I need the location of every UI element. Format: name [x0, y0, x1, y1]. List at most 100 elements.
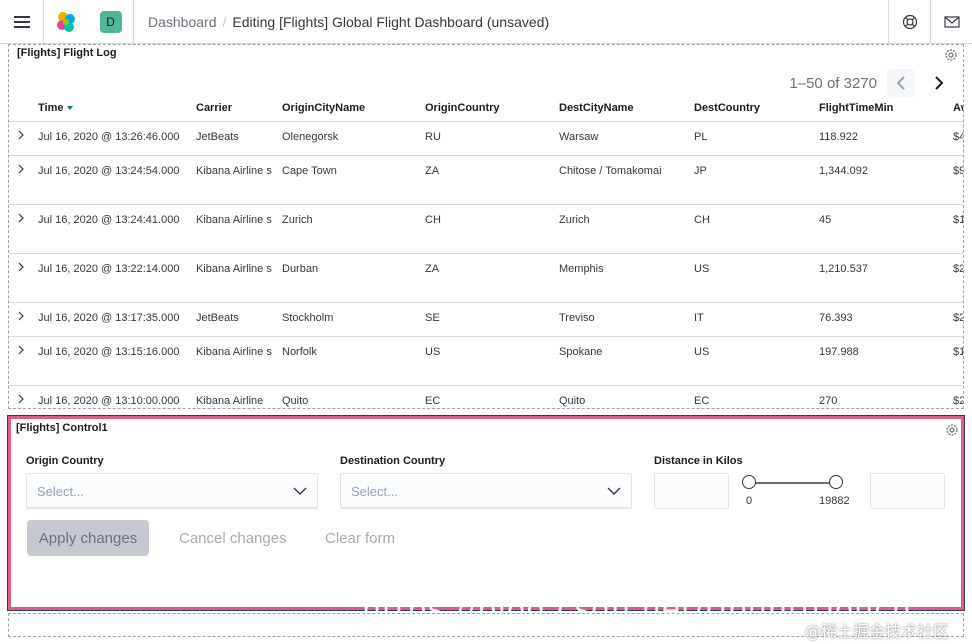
column-header-dest-city[interactable]: DestCityName: [559, 102, 634, 114]
cell-origin-country: US: [425, 346, 441, 358]
watermark-text: @稀土掘金技术社区: [805, 622, 950, 641]
column-header-time[interactable]: Time: [38, 102, 74, 114]
destination-country-label: Destination Country: [340, 455, 446, 467]
flight-log-table: Time Carrier OriginCityName OriginCountr…: [9, 95, 963, 408]
chevron-right-icon: [935, 76, 944, 90]
cell-time: Jul 16, 2020 @ 13:10:00.000: [38, 395, 180, 407]
cell-dest-country: PL: [694, 131, 708, 143]
cell-avg: $1: [953, 346, 963, 358]
apply-changes-button[interactable]: Apply changes: [27, 520, 149, 556]
cell-dest-city: Zurich: [559, 214, 590, 226]
cell-origin-country: ZA: [425, 165, 440, 177]
column-header-avg[interactable]: Av: [953, 102, 963, 114]
cell-origin-country: EC: [425, 395, 441, 407]
breadcrumb-dashboard-link[interactable]: Dashboard: [148, 14, 217, 30]
column-header-carrier[interactable]: Carrier: [196, 102, 272, 114]
previous-page-button[interactable]: [887, 69, 915, 97]
table-row: Jul 16, 2020 @ 13:17:35.000 JetBeats Sto…: [9, 303, 963, 337]
gear-icon[interactable]: [944, 422, 960, 438]
cell-carrier: Kibana Airline s: [196, 263, 272, 275]
origin-country-placeholder: Select...: [37, 483, 84, 499]
cancel-changes-button[interactable]: Cancel changes: [179, 530, 287, 547]
cell-origin-city: Zurich: [282, 214, 313, 226]
clear-form-button[interactable]: Clear form: [325, 530, 395, 547]
next-page-button[interactable]: [925, 69, 953, 97]
cell-dest-city: Memphis: [559, 263, 604, 275]
chevron-right-icon[interactable]: [15, 163, 27, 175]
controls-panel: [Flights] Control1 Origin Country Select…: [8, 416, 964, 610]
origin-country-label: Origin Country: [26, 455, 104, 467]
panel-title: [Flights] Flight Log: [17, 47, 117, 59]
cell-dest-city: Spokane: [559, 346, 603, 358]
chevron-right-icon[interactable]: [15, 212, 27, 224]
column-header-origin-country[interactable]: OriginCountry: [425, 102, 500, 114]
range-min-tick: 0: [746, 495, 753, 507]
cell-flight-time: 76.393: [819, 312, 853, 324]
space-avatar: D: [99, 10, 122, 33]
chevron-right-icon[interactable]: [15, 393, 27, 405]
cell-flight-time: 197.988: [819, 346, 859, 358]
menu-button[interactable]: [0, 0, 44, 44]
table-row: Jul 16, 2020 @ 13:22:14.000 Kibana Airli…: [9, 254, 963, 303]
cell-dest-city: Warsaw: [559, 131, 599, 143]
breadcrumb-separator: /: [222, 13, 227, 30]
pagination-label: 1–50 of 3270: [789, 74, 877, 92]
cell-flight-time: 45: [819, 214, 832, 226]
chevron-right-icon[interactable]: [15, 261, 27, 273]
help-button[interactable]: [888, 0, 930, 44]
column-header-flight-time[interactable]: FlightTimeMin: [819, 102, 893, 114]
kibana-logo[interactable]: [44, 0, 88, 44]
cell-flight-time: 1,344.092: [819, 165, 868, 177]
cell-origin-city: Quito: [282, 395, 309, 407]
column-header-dest-country[interactable]: DestCountry: [694, 102, 760, 114]
chevron-right-icon[interactable]: [15, 344, 27, 356]
cell-dest-country: IT: [694, 312, 704, 324]
cell-dest-country: EC: [694, 395, 710, 407]
cell-origin-country: ZA: [425, 263, 440, 275]
newsfeed-button[interactable]: [930, 0, 972, 44]
chevron-right-icon[interactable]: [15, 310, 27, 322]
cell-dest-city: Treviso: [559, 312, 595, 324]
cell-carrier: Kibana Airline s: [196, 165, 272, 177]
distance-max-handle[interactable]: [829, 475, 843, 489]
destination-country-placeholder: Select...: [351, 483, 398, 499]
cell-carrier: JetBeats: [196, 131, 239, 143]
table-row: Jul 16, 2020 @ 13:24:54.000 Kibana Airli…: [9, 156, 963, 205]
chevron-left-icon: [896, 76, 905, 90]
pagination: 1–50 of 3270: [789, 69, 953, 97]
breadcrumb-current: Editing [Flights] Global Flight Dashboar…: [232, 13, 550, 30]
distance-min-handle[interactable]: [742, 475, 756, 489]
distance-max-input[interactable]: [870, 473, 945, 509]
gear-icon[interactable]: [943, 47, 959, 63]
cell-flight-time: 118.922: [819, 131, 858, 143]
cell-origin-city: Cape Town: [282, 165, 337, 177]
cell-origin-country: CH: [425, 214, 441, 226]
distance-label: Distance in Kilos: [654, 455, 743, 467]
chevron-right-icon[interactable]: [15, 129, 27, 141]
cell-time: Jul 16, 2020 @ 13:22:14.000: [38, 263, 180, 275]
table-row: Jul 16, 2020 @ 13:26:46.000 JetBeats Ole…: [9, 122, 963, 156]
breadcrumb: Dashboard / Editing [Flights] Global Fli…: [134, 14, 888, 30]
origin-country-select[interactable]: Select...: [26, 473, 318, 509]
elastic-logo-icon: [57, 11, 75, 32]
cell-origin-country: RU: [425, 131, 441, 143]
cell-avg: $1: [953, 214, 963, 226]
cell-carrier: Kibana Airline s: [196, 214, 272, 226]
cell-time: Jul 16, 2020 @ 13:15:16.000: [38, 346, 180, 358]
cell-time: Jul 16, 2020 @ 13:17:35.000: [38, 312, 180, 324]
cell-carrier: Kibana Airline s: [196, 346, 272, 358]
cell-origin-city: Durban: [282, 263, 319, 275]
top-nav-bar: D Dashboard / Editing [Flights] Global F…: [0, 0, 972, 44]
cell-origin-city: Olenegorsk: [282, 131, 339, 143]
distance-min-input[interactable]: [654, 473, 729, 509]
cell-dest-city: Chitose / Tomakomai: [559, 165, 662, 177]
cell-avg: $4: [953, 131, 963, 143]
help-icon: [902, 14, 917, 29]
distance-range-track[interactable]: [749, 482, 837, 484]
space-selector[interactable]: D: [88, 0, 134, 44]
destination-country-select[interactable]: Select...: [340, 473, 632, 509]
column-header-origin-city[interactable]: OriginCityName: [282, 102, 365, 114]
cell-dest-country: CH: [694, 214, 710, 226]
cell-origin-city: Norfolk: [282, 346, 317, 358]
chevron-down-icon: [607, 487, 621, 495]
